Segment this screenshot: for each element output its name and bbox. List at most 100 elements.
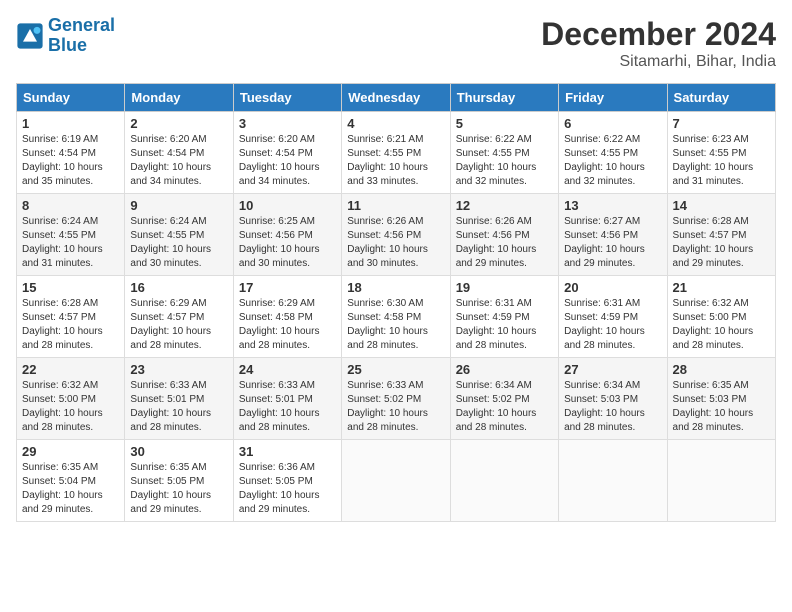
day-number: 19 — [456, 280, 553, 295]
day-info: Sunrise: 6:22 AM Sunset: 4:55 PM Dayligh… — [456, 133, 553, 189]
logo-text: General Blue — [48, 16, 115, 56]
day-number: 14 — [673, 198, 770, 213]
day-info: Sunrise: 6:23 AM Sunset: 4:55 PM Dayligh… — [673, 133, 770, 189]
day-info: Sunrise: 6:28 AM Sunset: 4:57 PM Dayligh… — [673, 215, 770, 271]
day-number: 24 — [239, 362, 336, 377]
calendar-cell: 21Sunrise: 6:32 AM Sunset: 5:00 PM Dayli… — [667, 276, 775, 358]
day-info: Sunrise: 6:28 AM Sunset: 4:57 PM Dayligh… — [22, 297, 119, 353]
month-year: December 2024 — [541, 16, 776, 53]
calendar-cell: 31 Sunrise: 6:36 AM Sunset: 5:05 PM Dayli… — [233, 440, 341, 522]
calendar-cell — [342, 440, 450, 522]
calendar-cell: 6Sunrise: 6:22 AM Sunset: 4:55 PM Daylig… — [559, 112, 667, 194]
day-info: Sunrise: 6:26 AM Sunset: 4:56 PM Dayligh… — [347, 215, 444, 271]
calendar-cell: 26 Sunrise: 6:34 AM Sunset: 5:02 PM Dayli… — [450, 358, 558, 440]
day-info: Sunrise: 6:35 AM Sunset: 5:03 PM Dayligh… — [673, 379, 770, 435]
title-block: December 2024 Sitamarhi, Bihar, India — [541, 16, 776, 71]
location: Sitamarhi, Bihar, India — [541, 53, 776, 71]
day-number: 11 — [347, 198, 444, 213]
weekday-header: Tuesday — [233, 84, 341, 112]
calendar-week-row: 1Sunrise: 6:19 AM Sunset: 4:54 PM Daylig… — [17, 112, 776, 194]
day-number: 4 — [347, 116, 444, 131]
day-info: Sunrise: 6:21 AM Sunset: 4:55 PM Dayligh… — [347, 133, 444, 189]
logo-line2: Blue — [48, 35, 87, 55]
day-number: 30 — [130, 444, 227, 459]
calendar-cell: 27 Sunrise: 6:34 AM Sunset: 5:03 PM Dayli… — [559, 358, 667, 440]
day-number: 28 — [673, 362, 770, 377]
logo-line1: General — [48, 15, 115, 35]
calendar-cell — [559, 440, 667, 522]
day-number: 15 — [22, 280, 119, 295]
calendar-cell: 4 Sunrise: 6:21 AM Sunset: 4:55 PM Daylig… — [342, 112, 450, 194]
weekday-header: Monday — [125, 84, 233, 112]
calendar-cell: 22 Sunrise: 6:32 AM Sunset: 5:00 PM Dayli… — [17, 358, 125, 440]
day-number: 7 — [673, 116, 770, 131]
day-info: Sunrise: 6:33 AM Sunset: 5:01 PM Dayligh… — [130, 379, 227, 435]
day-number: 31 — [239, 444, 336, 459]
day-number: 22 — [22, 362, 119, 377]
day-info: Sunrise: 6:31 AM Sunset: 4:59 PM Dayligh… — [456, 297, 553, 353]
calendar-cell: 30 Sunrise: 6:35 AM Sunset: 5:05 PM Dayli… — [125, 440, 233, 522]
calendar-cell: 16 Sunrise: 6:29 AM Sunset: 4:57 PM Dayli… — [125, 276, 233, 358]
calendar-cell — [450, 440, 558, 522]
day-info: Sunrise: 6:26 AM Sunset: 4:56 PM Dayligh… — [456, 215, 553, 271]
day-number: 3 — [239, 116, 336, 131]
weekday-header-row: SundayMondayTuesdayWednesdayThursdayFrid… — [17, 84, 776, 112]
logo: General Blue — [16, 16, 115, 56]
day-number: 8 — [22, 198, 119, 213]
day-info: Sunrise: 6:34 AM Sunset: 5:03 PM Dayligh… — [564, 379, 661, 435]
day-info: Sunrise: 6:20 AM Sunset: 4:54 PM Dayligh… — [130, 133, 227, 189]
day-info: Sunrise: 6:35 AM Sunset: 5:05 PM Dayligh… — [130, 461, 227, 517]
day-info: Sunrise: 6:24 AM Sunset: 4:55 PM Dayligh… — [130, 215, 227, 271]
day-info: Sunrise: 6:20 AM Sunset: 4:54 PM Dayligh… — [239, 133, 336, 189]
day-number: 26 — [456, 362, 553, 377]
day-info: Sunrise: 6:36 AM Sunset: 5:05 PM Dayligh… — [239, 461, 336, 517]
day-number: 9 — [130, 198, 227, 213]
calendar-week-row: 22 Sunrise: 6:32 AM Sunset: 5:00 PM Dayli… — [17, 358, 776, 440]
calendar-week-row: 8 Sunrise: 6:24 AM Sunset: 4:55 PM Daylig… — [17, 194, 776, 276]
calendar-cell: 2 Sunrise: 6:20 AM Sunset: 4:54 PM Daylig… — [125, 112, 233, 194]
calendar-cell: 18Sunrise: 6:30 AM Sunset: 4:58 PM Dayli… — [342, 276, 450, 358]
day-number: 21 — [673, 280, 770, 295]
day-number: 29 — [22, 444, 119, 459]
calendar-cell: 24Sunrise: 6:33 AM Sunset: 5:01 PM Dayli… — [233, 358, 341, 440]
calendar-cell: 10Sunrise: 6:25 AM Sunset: 4:56 PM Dayli… — [233, 194, 341, 276]
day-number: 12 — [456, 198, 553, 213]
weekday-header: Sunday — [17, 84, 125, 112]
day-number: 20 — [564, 280, 661, 295]
day-number: 23 — [130, 362, 227, 377]
day-number: 25 — [347, 362, 444, 377]
day-info: Sunrise: 6:34 AM Sunset: 5:02 PM Dayligh… — [456, 379, 553, 435]
calendar-cell — [667, 440, 775, 522]
calendar-cell: 13Sunrise: 6:27 AM Sunset: 4:56 PM Dayli… — [559, 194, 667, 276]
page-header: General Blue December 2024 Sitamarhi, Bi… — [16, 16, 776, 71]
day-info: Sunrise: 6:22 AM Sunset: 4:55 PM Dayligh… — [564, 133, 661, 189]
calendar-cell: 11 Sunrise: 6:26 AM Sunset: 4:56 PM Dayli… — [342, 194, 450, 276]
calendar-cell: 1Sunrise: 6:19 AM Sunset: 4:54 PM Daylig… — [17, 112, 125, 194]
calendar-table: SundayMondayTuesdayWednesdayThursdayFrid… — [16, 83, 776, 522]
calendar-cell: 9 Sunrise: 6:24 AM Sunset: 4:55 PM Daylig… — [125, 194, 233, 276]
calendar-week-row: 29Sunrise: 6:35 AM Sunset: 5:04 PM Dayli… — [17, 440, 776, 522]
day-info: Sunrise: 6:24 AM Sunset: 4:55 PM Dayligh… — [22, 215, 119, 271]
day-info: Sunrise: 6:25 AM Sunset: 4:56 PM Dayligh… — [239, 215, 336, 271]
calendar-cell: 17Sunrise: 6:29 AM Sunset: 4:58 PM Dayli… — [233, 276, 341, 358]
day-info: Sunrise: 6:30 AM Sunset: 4:58 PM Dayligh… — [347, 297, 444, 353]
day-number: 17 — [239, 280, 336, 295]
day-number: 27 — [564, 362, 661, 377]
day-number: 2 — [130, 116, 227, 131]
calendar-cell: 7 Sunrise: 6:23 AM Sunset: 4:55 PM Daylig… — [667, 112, 775, 194]
weekday-header: Thursday — [450, 84, 558, 112]
calendar-week-row: 15 Sunrise: 6:28 AM Sunset: 4:57 PM Dayli… — [17, 276, 776, 358]
weekday-header: Saturday — [667, 84, 775, 112]
logo-icon — [16, 22, 44, 50]
calendar-cell: 23 Sunrise: 6:33 AM Sunset: 5:01 PM Dayli… — [125, 358, 233, 440]
calendar-cell: 28 Sunrise: 6:35 AM Sunset: 5:03 PM Dayli… — [667, 358, 775, 440]
day-info: Sunrise: 6:29 AM Sunset: 4:57 PM Dayligh… — [130, 297, 227, 353]
weekday-header: Wednesday — [342, 84, 450, 112]
day-number: 5 — [456, 116, 553, 131]
day-number: 16 — [130, 280, 227, 295]
calendar-cell: 3 Sunrise: 6:20 AM Sunset: 4:54 PM Daylig… — [233, 112, 341, 194]
calendar-cell: 5 Sunrise: 6:22 AM Sunset: 4:55 PM Daylig… — [450, 112, 558, 194]
day-info: Sunrise: 6:32 AM Sunset: 5:00 PM Dayligh… — [22, 379, 119, 435]
day-number: 13 — [564, 198, 661, 213]
calendar-cell: 12 Sunrise: 6:26 AM Sunset: 4:56 PM Dayli… — [450, 194, 558, 276]
